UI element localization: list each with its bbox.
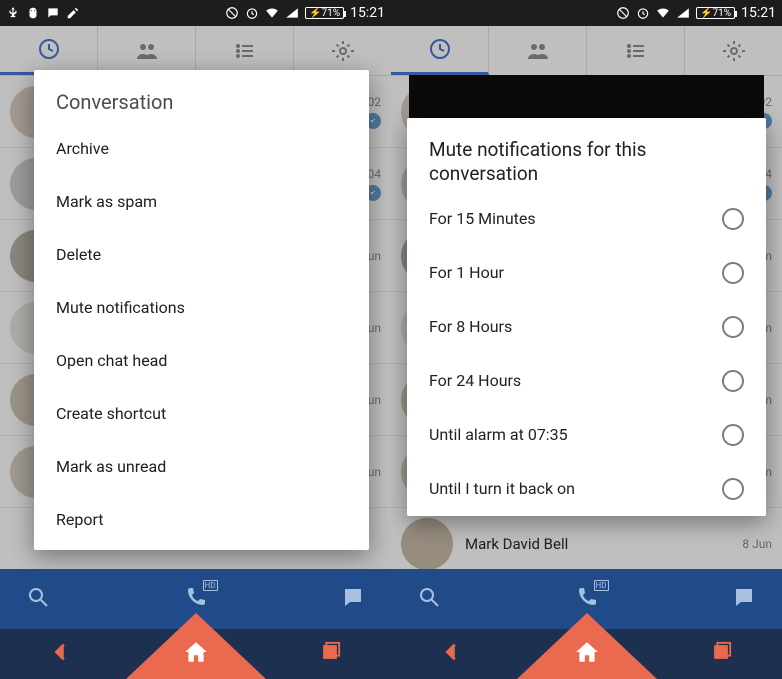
menu-item-mark-unread[interactable]: Mark as unread (34, 440, 369, 493)
compose-icon[interactable] (341, 585, 365, 613)
radio-icon (722, 262, 744, 284)
menu-item-delete[interactable]: Delete (34, 228, 369, 281)
battery-text: 71% (322, 8, 341, 19)
home-button[interactable] (183, 639, 209, 669)
left-screenshot: ⚡71% 15:21 15:02 04 un un un un Conversa… (0, 0, 391, 679)
adb-icon (26, 6, 40, 20)
menu-item-archive[interactable]: Archive (34, 122, 369, 175)
dnd-icon (616, 6, 630, 20)
mute-option-1hour[interactable]: For 1 Hour (407, 246, 766, 300)
radio-icon (722, 478, 744, 500)
right-screenshot: ⚡71% 15:21 15:02 04 un un un un Mark Dav… (391, 0, 782, 679)
alarm-icon (245, 6, 259, 20)
option-label: For 8 Hours (429, 317, 512, 336)
signal-icon (285, 6, 299, 20)
back-button[interactable] (50, 641, 72, 667)
mute-option-until-alarm[interactable]: Until alarm at 07:35 (407, 408, 766, 462)
call-icon[interactable]: HD (184, 585, 208, 613)
conversation-context-menu: Conversation Archive Mark as spam Delete… (34, 70, 369, 550)
battery-indicator: ⚡71% (305, 7, 344, 19)
menu-item-report[interactable]: Report (34, 493, 369, 546)
wifi-icon (656, 6, 670, 20)
signal-icon (676, 6, 690, 20)
mute-option-24hours[interactable]: For 24 Hours (407, 354, 766, 408)
compose-icon[interactable] (732, 585, 756, 613)
usb-icon (6, 6, 20, 20)
radio-icon (722, 370, 744, 392)
menu-item-open-chat-head[interactable]: Open chat head (34, 334, 369, 387)
option-label: Until I turn it back on (429, 479, 575, 498)
message-icon (46, 6, 60, 20)
action-bar: HD (391, 569, 782, 629)
radio-icon (722, 316, 744, 338)
action-bar: HD (0, 569, 391, 629)
clock-text: 15:21 (350, 5, 385, 21)
option-label: For 24 Hours (429, 371, 521, 390)
wifi-icon (265, 6, 279, 20)
alarm-icon (636, 6, 650, 20)
option-label: For 1 Hour (429, 263, 504, 282)
option-label: Until alarm at 07:35 (429, 425, 568, 444)
mute-notifications-dialog: Mute notifications for this conversation… (407, 118, 766, 516)
radio-icon (722, 208, 744, 230)
menu-item-mute[interactable]: Mute notifications (34, 281, 369, 334)
search-icon[interactable] (417, 585, 441, 613)
menu-item-mark-spam[interactable]: Mark as spam (34, 175, 369, 228)
battery-indicator: ⚡71% (696, 7, 735, 19)
dialog-title: Conversation (34, 80, 369, 122)
mute-option-8hours[interactable]: For 8 Hours (407, 300, 766, 354)
status-bar: ⚡71% 15:21 (391, 0, 782, 26)
back-button[interactable] (441, 641, 463, 667)
radio-icon (722, 424, 744, 446)
dialog-title: Mute notifications for this conversation (407, 122, 766, 192)
mute-option-15min[interactable]: For 15 Minutes (407, 192, 766, 246)
menu-item-create-shortcut[interactable]: Create shortcut (34, 387, 369, 440)
home-button[interactable] (574, 639, 600, 669)
recents-button[interactable] (319, 641, 341, 667)
mute-option-until-back-on[interactable]: Until I turn it back on (407, 462, 766, 516)
status-bar: ⚡71% 15:21 (0, 0, 391, 26)
recents-button[interactable] (710, 641, 732, 667)
call-icon[interactable]: HD (575, 585, 599, 613)
edit-icon (66, 6, 80, 20)
battery-text: 71% (713, 8, 732, 19)
option-label: For 15 Minutes (429, 209, 536, 228)
dnd-icon (225, 6, 239, 20)
search-icon[interactable] (26, 585, 50, 613)
clock-text: 15:21 (741, 5, 776, 21)
